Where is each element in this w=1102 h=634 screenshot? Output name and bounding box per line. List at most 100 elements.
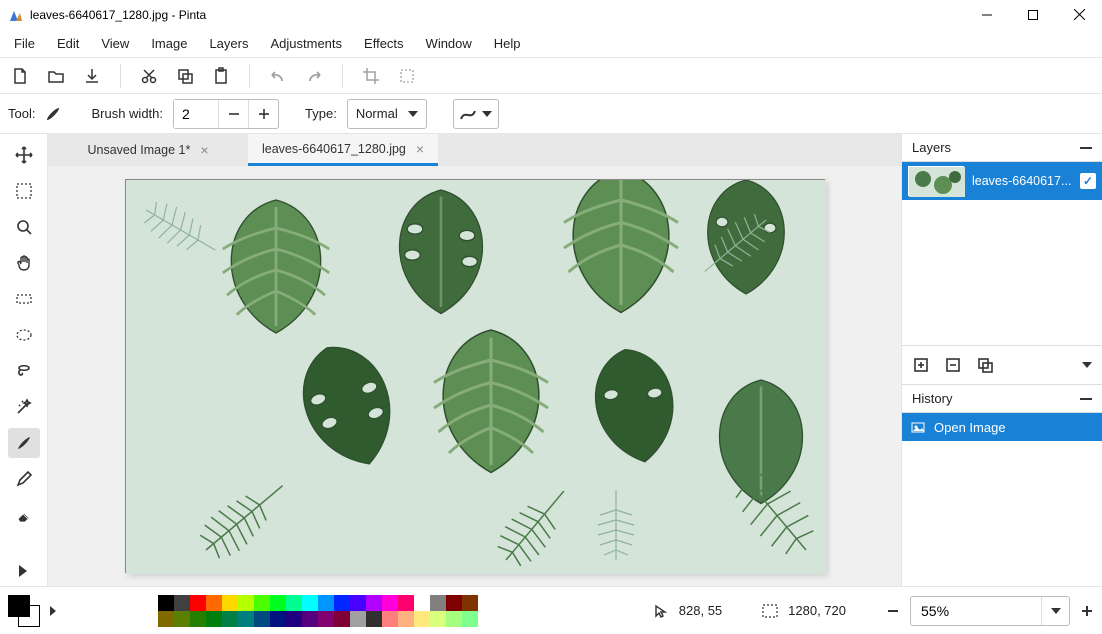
palette-color[interactable] <box>174 611 190 627</box>
magic-wand-tool[interactable] <box>8 392 40 422</box>
palette-color[interactable] <box>462 595 478 611</box>
palette-color[interactable] <box>190 611 206 627</box>
palette-color[interactable] <box>382 611 398 627</box>
menu-adjustments[interactable]: Adjustments <box>260 32 352 55</box>
palette-color[interactable] <box>158 611 174 627</box>
smoothing-toggle[interactable] <box>453 99 499 129</box>
copy-button[interactable] <box>173 64 197 88</box>
menu-view[interactable]: View <box>91 32 139 55</box>
menu-help[interactable]: Help <box>484 32 531 55</box>
new-layer-button[interactable] <box>912 356 930 374</box>
save-button[interactable] <box>80 64 104 88</box>
palette-menu-button[interactable] <box>50 606 58 616</box>
palette-color[interactable] <box>286 611 302 627</box>
pan-tool[interactable] <box>8 248 40 278</box>
palette-color[interactable] <box>190 595 206 611</box>
maximize-button[interactable] <box>1010 0 1056 29</box>
palette-color[interactable] <box>382 595 398 611</box>
palette-color[interactable] <box>446 611 462 627</box>
zoom-input[interactable] <box>911 603 1041 619</box>
duplicate-layer-button[interactable] <box>976 356 994 374</box>
cut-button[interactable] <box>137 64 161 88</box>
palette-color[interactable] <box>238 595 254 611</box>
layer-row[interactable]: leaves-6640617... ✓ <box>902 162 1102 200</box>
palette-color[interactable] <box>462 611 478 627</box>
zoom-in-button[interactable] <box>1080 604 1094 618</box>
move-tool[interactable] <box>8 140 40 170</box>
palette-color[interactable] <box>414 595 430 611</box>
palette-color[interactable] <box>366 595 382 611</box>
eraser-tool[interactable] <box>8 500 40 530</box>
palette-color[interactable] <box>430 595 446 611</box>
brush-width-increase[interactable] <box>248 100 278 128</box>
collapse-button[interactable] <box>1080 146 1092 150</box>
document-tab[interactable]: leaves-6640617_1280.jpg × <box>248 134 438 166</box>
rect-marquee-tool[interactable] <box>8 284 40 314</box>
crop-button[interactable] <box>359 64 383 88</box>
canvas[interactable] <box>125 179 825 573</box>
new-file-button[interactable] <box>8 64 32 88</box>
primary-color[interactable] <box>8 595 30 617</box>
palette-color[interactable] <box>222 611 238 627</box>
deselect-button[interactable] <box>395 64 419 88</box>
palette-color[interactable] <box>222 595 238 611</box>
menu-effects[interactable]: Effects <box>354 32 414 55</box>
palette-color[interactable] <box>206 595 222 611</box>
palette-color[interactable] <box>350 595 366 611</box>
layer-visibility-checkbox[interactable]: ✓ <box>1080 173 1096 189</box>
history-item[interactable]: Open Image <box>902 413 1102 441</box>
close-tab-icon[interactable]: × <box>416 141 424 157</box>
collapse-button[interactable] <box>1080 397 1092 401</box>
redo-button[interactable] <box>302 64 326 88</box>
menu-file[interactable]: File <box>4 32 45 55</box>
close-tab-icon[interactable]: × <box>200 142 208 158</box>
document-tab[interactable]: Unsaved Image 1* × <box>48 134 248 166</box>
expand-tools-button[interactable] <box>8 556 40 586</box>
brush-width-input[interactable] <box>174 100 218 128</box>
palette-color[interactable] <box>366 611 382 627</box>
palette-color[interactable] <box>302 611 318 627</box>
palette-color[interactable] <box>270 611 286 627</box>
color-swatch[interactable] <box>8 595 40 627</box>
undo-button[interactable] <box>266 64 290 88</box>
menu-layers[interactable]: Layers <box>199 32 258 55</box>
palette-color[interactable] <box>238 611 254 627</box>
palette-color[interactable] <box>318 611 334 627</box>
close-button[interactable] <box>1056 0 1102 29</box>
ellipse-select-tool[interactable] <box>8 320 40 350</box>
palette-color[interactable] <box>398 611 414 627</box>
palette-color[interactable] <box>174 595 190 611</box>
palette-color[interactable] <box>206 611 222 627</box>
palette-color[interactable] <box>350 611 366 627</box>
brush-width-field[interactable] <box>173 99 279 129</box>
zoom-out-button[interactable] <box>886 604 900 618</box>
palette-color[interactable] <box>446 595 462 611</box>
zoom-field[interactable] <box>910 596 1070 626</box>
palette-color[interactable] <box>414 611 430 627</box>
zoom-dropdown[interactable] <box>1041 597 1069 625</box>
color-palette[interactable] <box>158 595 478 627</box>
palette-color[interactable] <box>254 595 270 611</box>
palette-color[interactable] <box>334 595 350 611</box>
paste-button[interactable] <box>209 64 233 88</box>
layer-menu-button[interactable] <box>1082 362 1092 368</box>
palette-color[interactable] <box>302 595 318 611</box>
minimize-button[interactable] <box>964 0 1010 29</box>
palette-color[interactable] <box>318 595 334 611</box>
delete-layer-button[interactable] <box>944 356 962 374</box>
lasso-tool[interactable] <box>8 356 40 386</box>
palette-color[interactable] <box>398 595 414 611</box>
menu-edit[interactable]: Edit <box>47 32 89 55</box>
menu-image[interactable]: Image <box>141 32 197 55</box>
zoom-tool[interactable] <box>8 212 40 242</box>
palette-color[interactable] <box>270 595 286 611</box>
brush-width-decrease[interactable] <box>218 100 248 128</box>
open-file-button[interactable] <box>44 64 68 88</box>
brush-type-dropdown[interactable]: Normal <box>347 99 427 129</box>
paintbrush-tool[interactable] <box>8 428 40 458</box>
palette-color[interactable] <box>254 611 270 627</box>
palette-color[interactable] <box>158 595 174 611</box>
palette-color[interactable] <box>430 611 446 627</box>
menu-window[interactable]: Window <box>416 32 482 55</box>
canvas-viewport[interactable] <box>48 166 901 586</box>
